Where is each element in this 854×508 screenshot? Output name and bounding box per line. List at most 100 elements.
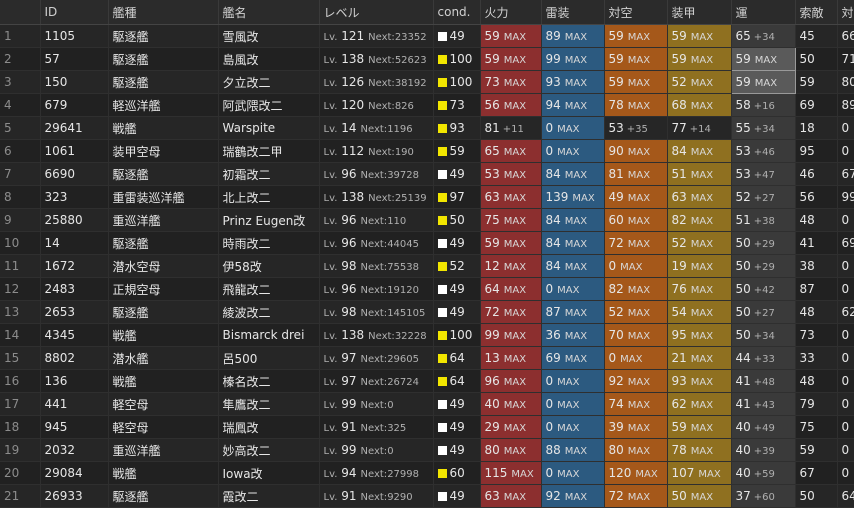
header-antiair[interactable]: 対空 — [604, 0, 668, 25]
torpedo-extra: MAX — [557, 285, 580, 296]
cond-value: 64 — [449, 374, 465, 388]
ship-type: 重巡洋艦 — [108, 208, 219, 232]
next-exp: Next:75538 — [361, 262, 419, 273]
condition: 64 — [433, 369, 481, 393]
next-exp: Next:38192 — [368, 78, 426, 89]
cond-value: 49 — [449, 489, 465, 503]
armor: 77 +14 — [667, 116, 732, 140]
antiair-extra: MAX — [627, 216, 651, 227]
table-row[interactable]: 17 441 軽空母 隼鷹改二 Lv. 99 Next:0 49 40 MAX 0 MAX 74 MAX… — [0, 392, 854, 416]
cond-square-icon — [437, 423, 447, 432]
torpedo: 99 MAX — [541, 47, 605, 71]
table-row[interactable]: 8 323 重雷装巡洋艦 北上改二 Lv. 138 Next:25139 97 63 MAX 13… — [0, 185, 854, 209]
ship-type: 軽巡洋艦 — [108, 93, 219, 117]
ship-level: Lv. 99 Next:0 — [319, 438, 434, 462]
cond-square-icon — [437, 285, 447, 294]
header-armor[interactable]: 装甲 — [667, 0, 732, 25]
antiair: 70 MAX — [604, 323, 668, 347]
cond-square-icon — [437, 308, 447, 317]
table-row[interactable]: 5 29641 戦艦 Warspite Lv. 14 Next:1196 93 81 +11 0 M… — [0, 116, 854, 140]
next-exp: Next:44045 — [361, 239, 419, 250]
next-value: 44045 — [387, 239, 419, 250]
luck-extra: +49 — [753, 423, 775, 434]
table-row[interactable]: 3 150 駆逐艦 夕立改二 Lv. 126 Next:38192 100 73 MAX 93 MA… — [0, 70, 854, 94]
cond-value: 93 — [449, 121, 465, 135]
table-row[interactable]: 7 6690 駆逐艦 初霜改二 Lv. 96 Next:39728 49 53 MAX 84 MAX… — [0, 162, 854, 186]
torpedo-extra: MAX — [564, 101, 588, 112]
level-value: 94 — [341, 466, 357, 480]
table-row[interactable]: 20 29084 戦艦 Iowa改 Lv. 94 Next:27998 60 115 MAX 0 M… — [0, 461, 854, 485]
ship-type: 駆逐艦 — [108, 231, 219, 255]
luck: 40 +39 — [731, 438, 796, 462]
table-row[interactable]: 12 2483 正規空母 飛龍改二 Lv. 96 Next:19120 49 64 MAX 0 MA… — [0, 277, 854, 301]
cond-square-icon — [437, 239, 447, 248]
firepower-extra: MAX — [503, 400, 527, 411]
table-row[interactable]: 15 8802 潜水艦 呂500 Lv. 97 Next:29605 64 13 MAX 69 MA… — [0, 346, 854, 370]
cond-square-icon — [437, 216, 447, 225]
antiair-extra: MAX — [627, 147, 651, 158]
armor-value: 68 — [671, 98, 687, 112]
firepower: 73 MAX — [480, 70, 542, 94]
luck: 53 +47 — [731, 162, 796, 186]
level-value: 96 — [341, 167, 357, 181]
next-prefix: Next: — [368, 193, 395, 204]
header-ship-type[interactable]: 艦種 — [108, 0, 219, 25]
row-number: 14 — [0, 323, 41, 347]
armor-extra: MAX — [690, 285, 714, 296]
header-no[interactable] — [0, 0, 41, 25]
table-row[interactable]: 13 2653 駆逐艦 綾波改二 Lv. 98 Next:145105 49 72 MAX 87 M… — [0, 300, 854, 324]
line-of-sight: 45 — [795, 24, 838, 48]
firepower-value: 65 — [484, 144, 500, 158]
torpedo: 0 MAX — [541, 415, 605, 439]
table-row[interactable]: 10 14 駆逐艦 時雨改二 Lv. 96 Next:44045 49 59 MAX 84 MAX 7… — [0, 231, 854, 255]
next-value: 19120 — [387, 285, 419, 296]
table-row[interactable]: 2 57 駆逐艦 島風改 Lv. 138 Next:52623 100 59 MAX 99 MAX 5… — [0, 47, 854, 71]
luck-value: 40 — [735, 443, 751, 457]
antiair-value: 81 — [608, 167, 624, 181]
firepower: 59 MAX — [480, 24, 542, 48]
ship-type: 正規空母 — [108, 277, 219, 301]
antiair-extra: MAX — [627, 193, 651, 204]
header-torpedo[interactable]: 雷装 — [541, 0, 605, 25]
table-row[interactable]: 6 1061 装甲空母 瑞鶴改二甲 Lv. 112 Next:190 59 65 MAX 0 MAX… — [0, 139, 854, 163]
antiair: 80 MAX — [604, 438, 668, 462]
table-row[interactable]: 21 26933 駆逐艦 霞改二 Lv. 91 Next:9290 49 63 MAX 92 MAX… — [0, 484, 854, 508]
ship-type: 戦艦 — [108, 369, 219, 393]
antiair: 78 MAX — [604, 93, 668, 117]
header-ship-name[interactable]: 艦名 — [218, 0, 320, 25]
torpedo-value: 88 — [545, 443, 561, 457]
ship-id: 57 — [40, 47, 109, 71]
armor-extra: MAX — [690, 216, 714, 227]
ship-id: 26933 — [40, 484, 109, 508]
table-row[interactable]: 19 2032 重巡洋艦 妙高改二 Lv. 99 Next:0 49 80 MAX 88 MAX 80… — [0, 438, 854, 462]
antiair-extra: MAX — [627, 170, 651, 181]
next-value: 826 — [394, 101, 414, 112]
antiair: 49 MAX — [604, 185, 668, 209]
ship-name: Warspite — [218, 116, 320, 140]
antiair-extra: MAX — [635, 469, 658, 480]
header-los[interactable]: 索敵 — [795, 0, 838, 25]
table-row[interactable]: 11 1672 潜水空母 伊58改 Lv. 98 Next:75538 52 12 MAX 84 M… — [0, 254, 854, 278]
header-cond[interactable]: cond. — [433, 0, 481, 25]
armor: 52 MAX — [667, 231, 732, 255]
table-row[interactable]: 16 136 戦艦 榛名改二 Lv. 97 Next:26724 64 96 MAX 0 MAX 92… — [0, 369, 854, 393]
torpedo-extra: MAX — [564, 492, 588, 503]
condition: 52 — [433, 254, 481, 278]
table-row[interactable]: 1 1105 駆逐艦 雪風改 Lv. 121 Next:23352 49 59 MAX 89 MAX… — [0, 24, 854, 48]
header-level[interactable]: レベル — [319, 0, 434, 25]
header-firepower[interactable]: 火力 — [480, 0, 542, 25]
antiair-extra: MAX — [627, 78, 651, 89]
luck-value: 59 — [735, 75, 751, 89]
header-id[interactable]: ID — [40, 0, 109, 25]
table-row[interactable]: 14 4345 戦艦 Bismarck drei Lv. 138 Next:32228 10… — [0, 323, 854, 347]
ship-type: 駆逐艦 — [108, 24, 219, 48]
firepower: 29 MAX — [480, 415, 542, 439]
table-row[interactable]: 4 679 軽巡洋艦 阿武隈改二 Lv. 120 Next:826 73 56 MAX 94 MAX… — [0, 93, 854, 117]
firepower: 99 MAX — [480, 323, 542, 347]
header-luck[interactable]: 運 — [731, 0, 796, 25]
table-row[interactable]: 18 945 軽空母 瑞鳳改 Lv. 91 Next:325 49 29 MAX 0 MAX 39 MA… — [0, 415, 854, 439]
header-asw[interactable]: 対潜 — [837, 0, 854, 25]
table-row[interactable]: 9 25880 重巡洋艦 Prinz Eugen改 Lv. 96 Next:110 50 75… — [0, 208, 854, 232]
armor-value: 63 — [671, 190, 687, 204]
level-value: 98 — [341, 305, 357, 319]
